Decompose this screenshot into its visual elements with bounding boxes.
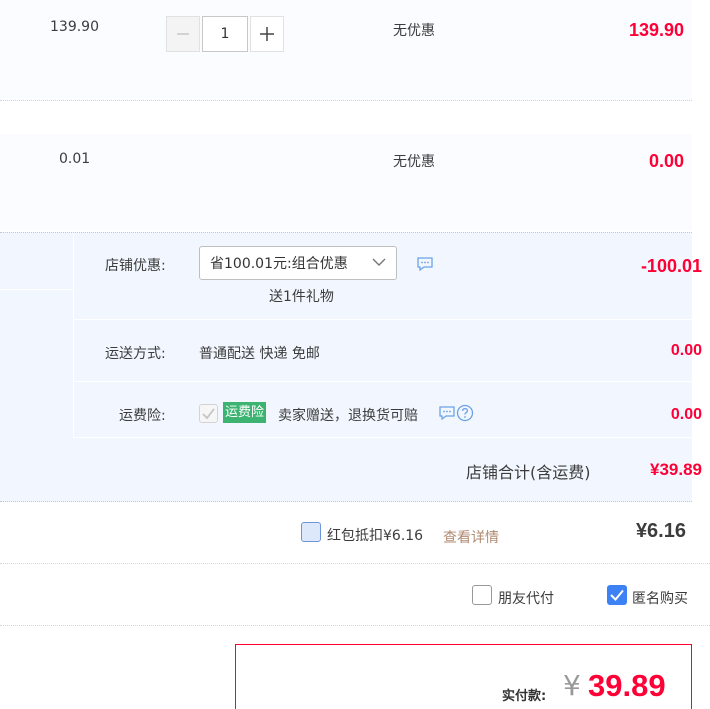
quantity-input[interactable]: 1 xyxy=(202,16,248,52)
shipping-label: 运送方式: xyxy=(105,346,166,362)
order-item-row: 0.01 无优惠 0.00 xyxy=(0,134,692,230)
redpacket-amount: ¥6.16 xyxy=(635,520,686,542)
message-icon[interactable] xyxy=(438,405,456,421)
decrease-button[interactable] xyxy=(166,16,200,52)
redpacket-checkbox[interactable] xyxy=(301,522,321,542)
checkmark-icon xyxy=(202,408,215,420)
insurance-label: 运费险: xyxy=(119,408,166,424)
item-price: 0.01 xyxy=(59,151,91,167)
order-item-row: 139.90 1 无优惠 139.90 xyxy=(0,0,692,101)
shop-discount-amount: -100.01 xyxy=(640,256,702,276)
payment-currency: ¥ xyxy=(563,669,581,702)
payment-label: 实付款: xyxy=(502,689,547,704)
anonymous-checkbox[interactable] xyxy=(607,585,627,605)
friend-pay-label: 朋友代付 xyxy=(498,591,554,607)
shop-left-column xyxy=(0,233,74,438)
plus-icon xyxy=(260,27,274,41)
gift-text: 送1件礼物 xyxy=(269,289,334,305)
shop-total-label: 店铺合计(含运费) xyxy=(466,463,591,482)
help-icon[interactable] xyxy=(456,404,474,422)
quantity-stepper[interactable]: 1 xyxy=(166,16,284,52)
insurance-badge: 运费险 xyxy=(223,402,267,423)
increase-button[interactable] xyxy=(250,16,284,52)
shop-discount-selected: 省100.01元:组合优惠 xyxy=(210,256,348,272)
item-price: 139.90 xyxy=(50,19,99,35)
shipping-row xyxy=(74,320,692,382)
friend-pay-checkbox[interactable] xyxy=(472,585,492,605)
item-promotion: 无优惠 xyxy=(393,154,435,170)
chevron-down-icon xyxy=(372,258,386,266)
shop-discount-label: 店铺优惠: xyxy=(105,258,166,274)
options-row xyxy=(0,564,710,626)
shop-discount-select[interactable]: 省100.01元:组合优惠 xyxy=(199,246,397,280)
shipping-amount: 0.00 xyxy=(670,342,702,359)
insurance-checkbox[interactable] xyxy=(199,404,218,423)
insurance-text: 卖家赠送，退换货可赔 xyxy=(278,408,418,424)
item-subtotal: 139.90 xyxy=(628,20,684,40)
message-icon[interactable] xyxy=(416,256,434,272)
anonymous-label: 匿名购买 xyxy=(632,591,688,607)
item-promotion: 无优惠 xyxy=(393,23,435,39)
checkmark-icon xyxy=(610,589,624,601)
payment-amount: 39.89 xyxy=(588,668,666,703)
minus-icon xyxy=(177,33,189,35)
insurance-amount: 0.00 xyxy=(670,406,702,423)
item-subtotal: 0.00 xyxy=(648,151,684,171)
shipping-method: 普通配送 快递 免邮 xyxy=(199,346,320,362)
redpacket-details-link[interactable]: 查看详情 xyxy=(443,527,499,547)
shop-total-amount: ¥39.89 xyxy=(650,460,702,479)
redpacket-label: 红包抵扣¥6.16 xyxy=(327,528,424,544)
